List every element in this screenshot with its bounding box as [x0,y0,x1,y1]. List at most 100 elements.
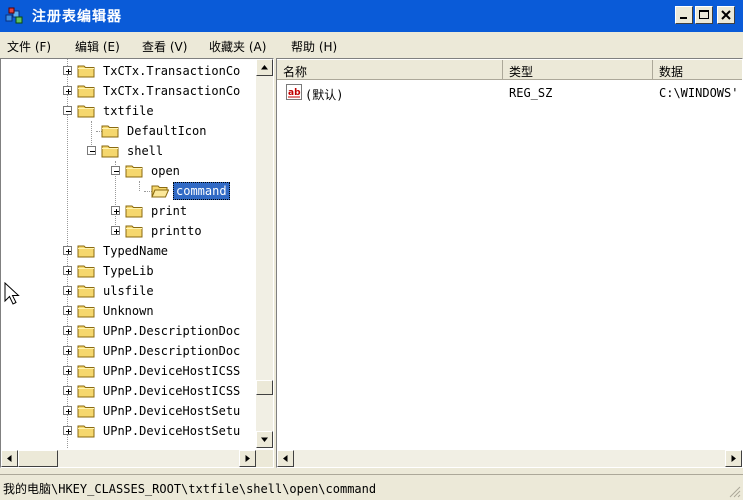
maximize-button[interactable] [695,6,713,24]
plus-icon [66,69,71,74]
tree-node-label: print [151,204,188,218]
tree-node[interactable]: DefaultIcon [1,121,258,141]
plus-icon [66,289,71,294]
scroll-left-button[interactable] [1,450,18,467]
menu-help[interactable]: 帮助 (H) [291,38,337,55]
expand-toggle[interactable] [111,206,120,215]
tree-node-open[interactable]: open [1,161,258,181]
expand-toggle[interactable] [63,386,72,395]
expand-toggle[interactable] [63,66,72,75]
collapse-toggle[interactable] [111,166,120,175]
expand-toggle[interactable] [63,326,72,335]
status-bar: 我的电脑\HKEY_CLASSES_ROOT\txtfile\shell\ope… [0,474,743,500]
list-horizontal-scrollbar[interactable] [277,450,742,467]
tree-node-shell[interactable]: shell [1,141,258,161]
tree-vertical-scroll-thumb[interactable] [256,380,273,395]
tree-node[interactable]: UPnP.DeviceHostICSS [1,381,258,401]
expand-toggle[interactable] [63,366,72,375]
menu-favorites[interactable]: 收藏夹 (A) [209,38,266,55]
tree-node-label: txtfile [103,104,154,118]
scroll-right-button[interactable] [239,450,256,467]
tree-node-label: DefaultIcon [127,124,207,138]
menu-file[interactable]: 文件 (F) [7,38,51,55]
folder-icon [77,345,95,358]
plus-icon [114,229,119,234]
expand-toggle[interactable] [63,306,72,315]
tree-node[interactable]: Unknown [1,301,258,321]
tree-node-label-selected: command [173,182,230,200]
expand-toggle[interactable] [63,246,72,255]
scroll-up-button[interactable] [256,59,273,76]
column-header-name[interactable]: 名称 [277,60,503,80]
resize-grip-icon[interactable] [729,486,741,498]
plus-icon [66,349,71,354]
tree-horizontal-scroll-thumb[interactable] [18,450,58,467]
close-button[interactable] [717,6,735,24]
tree-node[interactable]: TxCTx.TransactionCo [1,61,258,81]
scroll-left-button[interactable] [277,450,294,467]
tree-node-label: shell [127,144,164,158]
tree-node-label: UPnP.DescriptionDoc [103,344,241,358]
folder-icon [77,405,95,418]
tree-node-label: TypeLib [103,264,154,278]
tree-node[interactable]: UPnP.DeviceHostSetu [1,421,258,441]
title-bar[interactable]: 注册表编辑器 [0,0,743,32]
menu-edit[interactable]: 编辑 (E) [75,38,120,55]
expand-toggle[interactable] [111,226,120,235]
tree-node-command[interactable]: command [1,181,258,201]
tree-node[interactable]: TxCTx.TransactionCo [1,81,258,101]
collapse-toggle[interactable] [63,106,72,115]
registry-tree-pane[interactable]: TxCTx.TransactionCo TxCTx.TransactionCo … [0,58,274,468]
tree-node[interactable]: TypedName [1,241,258,261]
expand-toggle[interactable] [63,426,72,435]
tree-node-label: TypedName [103,244,169,258]
expand-toggle[interactable] [63,286,72,295]
left-arrow-icon [7,455,12,462]
folder-icon [77,85,95,98]
folder-icon [101,145,119,158]
scroll-right-button[interactable] [725,450,742,467]
tree-node-label: UPnP.DeviceHostSetu [103,404,241,418]
column-header-type[interactable]: 类型 [503,60,653,80]
scroll-down-button[interactable] [256,431,273,448]
tree-node-label: TxCTx.TransactionCo [103,64,241,78]
open-folder-icon [151,185,169,198]
column-header-data[interactable]: 数据 [653,60,742,80]
tree-node-label: ulsfile [103,284,154,298]
tree-node[interactable]: UPnP.DescriptionDoc [1,341,258,361]
column-header-label: 类型 [509,65,534,79]
down-arrow-icon [261,437,268,442]
column-header-label: 数据 [659,65,684,79]
folder-icon [77,365,95,378]
tree-node[interactable]: print [1,201,258,221]
expand-toggle[interactable] [63,346,72,355]
tree-node[interactable]: UPnP.DeviceHostSetu [1,401,258,421]
folder-icon [125,205,143,218]
tree-node[interactable]: TypeLib [1,261,258,281]
folder-icon [125,165,143,178]
maximize-icon [699,10,709,19]
folder-icon [101,125,119,138]
tree-node[interactable]: UPnP.DescriptionDoc [1,321,258,341]
tree-node[interactable]: UPnP.DeviceHostICSS [1,361,258,381]
tree-vertical-scrollbar[interactable] [256,59,273,448]
expand-toggle[interactable] [63,86,72,95]
tree-node-txtfile[interactable]: txtfile [1,101,258,121]
tree-horizontal-scrollbar[interactable] [1,450,256,467]
expand-toggle[interactable] [63,406,72,415]
collapse-toggle[interactable] [87,146,96,155]
tree-node[interactable]: printto [1,221,258,241]
plus-icon [66,329,71,334]
tree-node[interactable]: ulsfile [1,281,258,301]
registry-values-pane[interactable]: 名称 类型 数据 ab (默认) REG_SZ C:\WINDOWS' [276,58,743,468]
tree-node-label: open [151,164,180,178]
tree-node-label: TxCTx.TransactionCo [103,84,241,98]
folder-icon [125,225,143,238]
minimize-button[interactable] [675,6,693,24]
scroll-corner [256,450,273,467]
expand-toggle[interactable] [63,266,72,275]
folder-icon [77,265,95,278]
menu-bar: 文件 (F) 编辑 (E) 查看 (V) 收藏夹 (A) 帮助 (H) [0,32,743,58]
menu-view[interactable]: 查看 (V) [142,38,187,55]
folder-icon [77,105,95,118]
